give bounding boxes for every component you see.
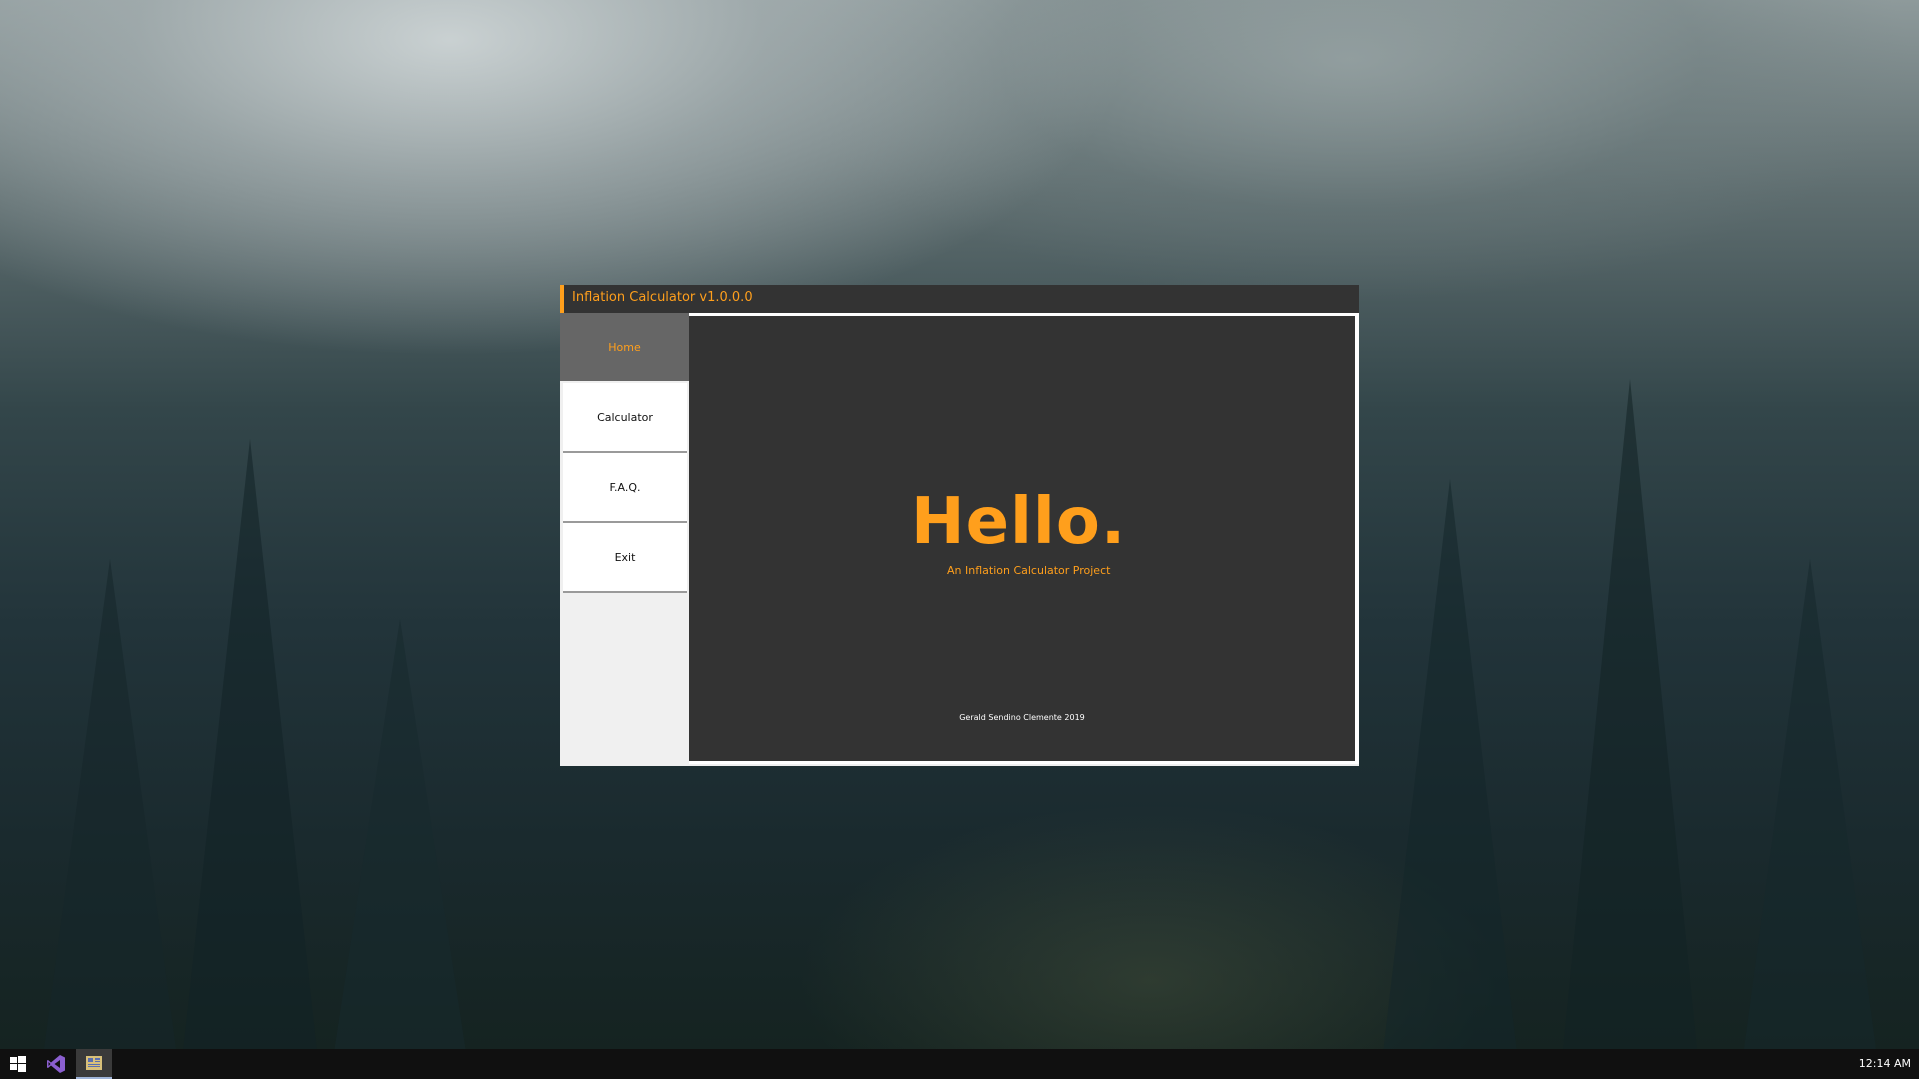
sidebar-item-faq[interactable]: F.A.Q. (563, 453, 687, 523)
sidebar-item-label: Home (608, 340, 641, 354)
visual-studio-icon (47, 1055, 65, 1073)
wallpaper-tree (1380, 479, 1520, 1079)
sidebar-item-exit[interactable]: Exit (563, 523, 687, 593)
wallpaper-tree (330, 619, 470, 1079)
wallpaper-tree (40, 559, 180, 1079)
sidebar-item-label: Exit (614, 550, 636, 564)
windows-start-icon (10, 1056, 26, 1072)
hello-subtitle: An Inflation Calculator Project (947, 564, 1111, 577)
taskbar-clock[interactable]: 12:14 AM (1859, 1057, 1911, 1070)
sidebar-item-calculator[interactable]: Calculator (563, 383, 687, 453)
title-bar[interactable]: Inflation Calculator v1.0.0.0 (560, 285, 1359, 313)
sidebar-item-home[interactable]: Home (560, 313, 689, 383)
app-window: Inflation Calculator v1.0.0.0 Home Calcu… (560, 285, 1359, 766)
taskbar: 12:14 AM (0, 1049, 1919, 1079)
content-panel-frame: Hello. An Inflation Calculator Project G… (689, 313, 1359, 764)
inflation-calculator-app-icon (86, 1056, 102, 1070)
desktop-wallpaper: Inflation Calculator v1.0.0.0 Home Calcu… (0, 0, 1919, 1079)
window-title: Inflation Calculator v1.0.0.0 (572, 290, 753, 305)
window-body: Home Calculator F.A.Q. Exit Hello. An In… (560, 313, 1359, 766)
wallpaper-tree (1560, 379, 1700, 1079)
wallpaper-tree (180, 439, 320, 1079)
start-button[interactable] (0, 1049, 36, 1079)
taskbar-inflation-calculator[interactable] (76, 1049, 112, 1079)
hello-heading: Hello. (911, 485, 1127, 559)
sidebar-item-label: F.A.Q. (609, 480, 641, 494)
home-panel: Hello. An Inflation Calculator Project G… (689, 316, 1355, 761)
taskbar-visual-studio[interactable] (38, 1049, 74, 1079)
sidebar: Home Calculator F.A.Q. Exit (560, 313, 690, 766)
author-credit: Gerald Sendino Clemente 2019 (959, 713, 1085, 722)
wallpaper-tree (1740, 559, 1880, 1079)
sidebar-item-label: Calculator (597, 410, 653, 424)
